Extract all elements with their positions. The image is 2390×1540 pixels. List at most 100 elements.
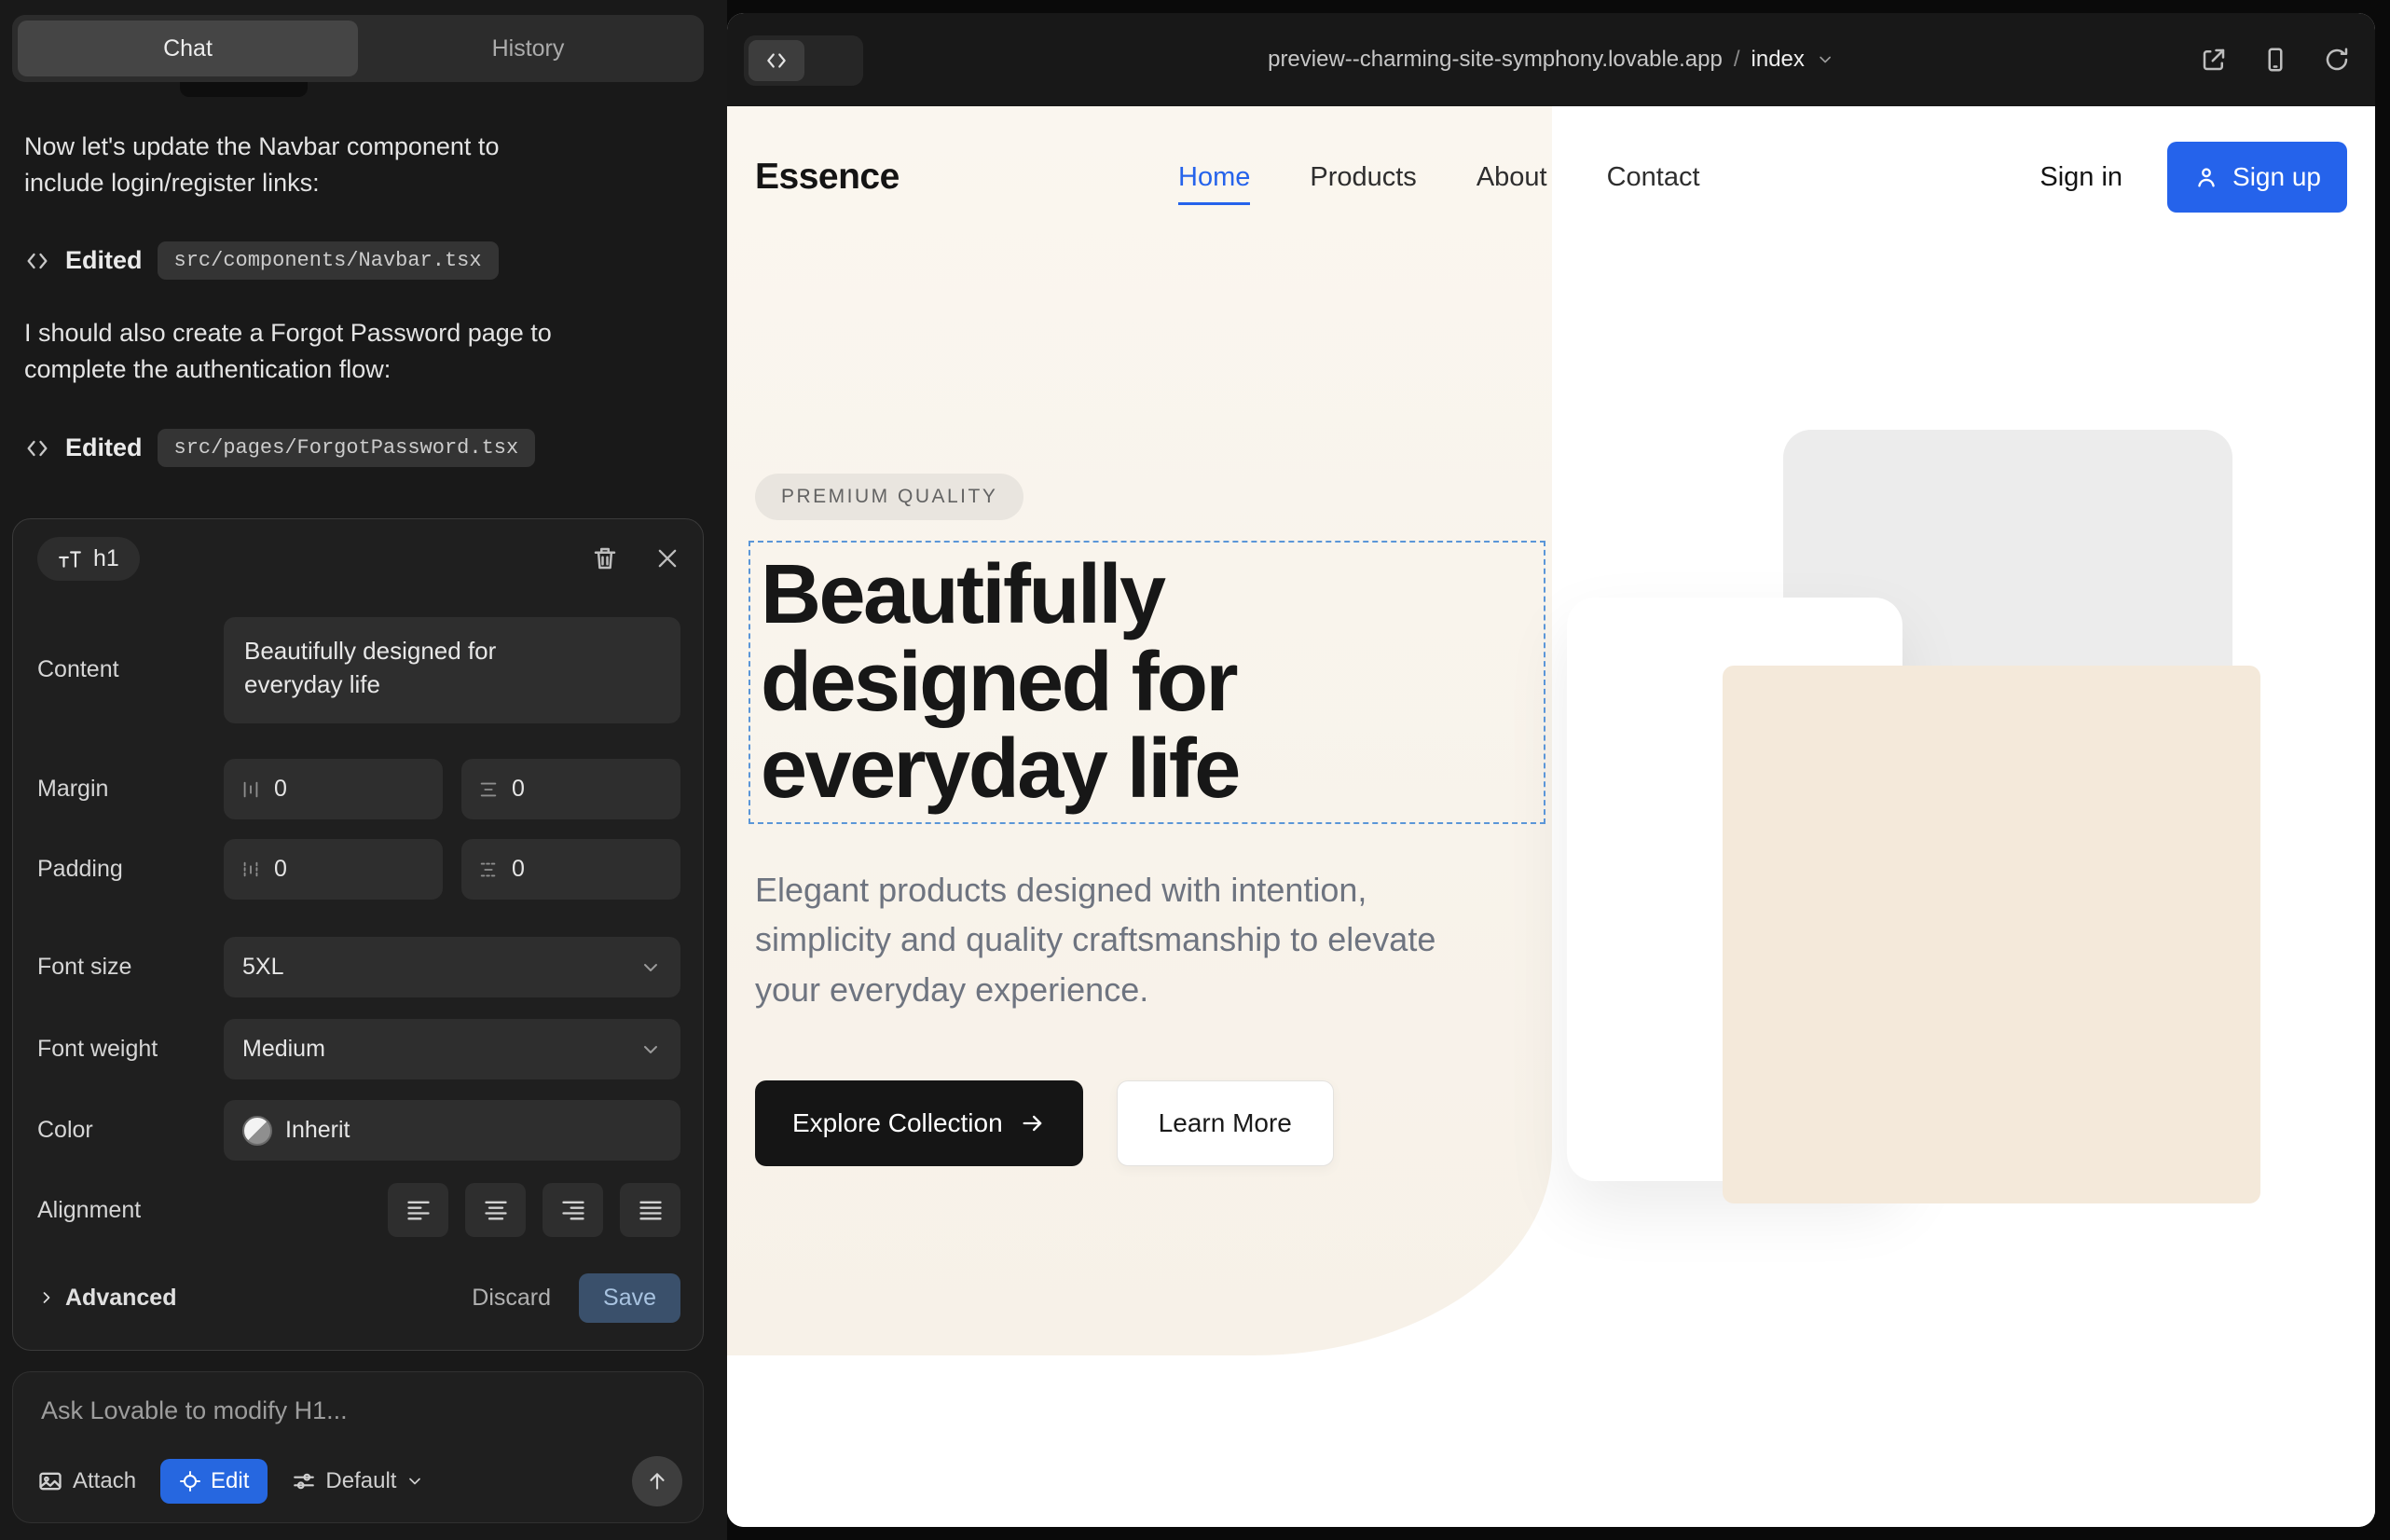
url-bar[interactable]: preview--charming-site-symphony.lovable.… xyxy=(1268,13,1834,106)
font-size-value: 5XL xyxy=(242,954,283,981)
explore-collection-button[interactable]: Explore Collection xyxy=(755,1080,1083,1166)
save-button[interactable]: Save xyxy=(579,1273,680,1323)
sign-in-link[interactable]: Sign in xyxy=(2040,162,2122,193)
url-separator: / xyxy=(1734,47,1740,73)
nav-link-products[interactable]: Products xyxy=(1310,162,1416,193)
hero-cta-group: Explore Collection Learn More xyxy=(755,1080,1334,1166)
chat-message: I should also create a Forgot Password p… xyxy=(24,315,584,388)
explore-collection-label: Explore Collection xyxy=(792,1108,1003,1138)
element-tag-chip: h1 xyxy=(37,537,140,581)
edited-file-badge[interactable]: src/pages/ForgotPassword.tsx xyxy=(158,429,536,467)
delete-element-button[interactable] xyxy=(591,544,619,572)
learn-more-button[interactable]: Learn More xyxy=(1117,1080,1334,1166)
editor-actions xyxy=(591,544,680,572)
nav-link-contact[interactable]: Contact xyxy=(1607,162,1700,193)
site-navbar: Essence Home Products About Contact Sign… xyxy=(727,106,2375,248)
field-label-margin: Margin xyxy=(37,776,224,803)
chevron-down-icon xyxy=(639,956,662,979)
target-icon xyxy=(179,1470,201,1492)
code-icon xyxy=(24,435,50,461)
discard-button[interactable]: Discard xyxy=(472,1285,551,1312)
align-left-button[interactable] xyxy=(388,1183,448,1237)
preview-topbar: preview--charming-site-symphony.lovable.… xyxy=(727,13,2375,106)
sidebar-tabs: Chat History xyxy=(12,15,704,82)
vertical-spacing-icon xyxy=(478,779,499,800)
color-select[interactable]: Inherit xyxy=(224,1100,680,1161)
decorative-card-cream xyxy=(1723,666,2260,1203)
close-editor-button[interactable] xyxy=(654,545,680,571)
tab-chat[interactable]: Chat xyxy=(18,21,358,76)
font-size-select[interactable]: 5XL xyxy=(224,937,680,997)
site-nav-links: Home Products About Contact xyxy=(1178,106,1700,248)
edited-label: Edited xyxy=(65,433,143,462)
font-weight-value: Medium xyxy=(242,1036,325,1063)
content-textarea[interactable]: Beautifully designed for everyday life xyxy=(224,617,680,723)
nav-link-about[interactable]: About xyxy=(1477,162,1547,193)
padding-y-input[interactable]: 0 xyxy=(461,839,680,900)
preview-window: preview--charming-site-symphony.lovable.… xyxy=(727,13,2375,1527)
margin-y-value: 0 xyxy=(512,776,525,803)
align-justify-button[interactable] xyxy=(620,1183,680,1237)
padding-x-input[interactable]: 0 xyxy=(224,839,443,900)
sliders-icon xyxy=(292,1469,316,1493)
editor-header: h1 xyxy=(37,534,680,583)
premium-quality-badge: PREMIUM QUALITY xyxy=(755,474,1023,520)
mobile-view-button[interactable] xyxy=(2261,46,2289,74)
refresh-button[interactable] xyxy=(2323,46,2351,74)
code-view-toggle[interactable] xyxy=(744,35,863,86)
hero-paragraph[interactable]: Elegant products designed with intention… xyxy=(755,865,1501,1014)
tab-history[interactable]: History xyxy=(358,21,698,76)
align-center-button[interactable] xyxy=(465,1183,526,1237)
chevron-down-icon xyxy=(405,1472,424,1491)
margin-x-value: 0 xyxy=(274,776,287,803)
field-label-font-size: Font size xyxy=(37,954,224,981)
arrow-right-icon xyxy=(1020,1110,1046,1136)
field-label-alignment: Alignment xyxy=(37,1197,224,1224)
model-selector[interactable]: Default xyxy=(292,1468,424,1494)
open-external-button[interactable] xyxy=(2200,46,2228,74)
preview-topbar-actions xyxy=(2200,13,2351,106)
image-icon xyxy=(37,1468,63,1494)
chevron-down-icon xyxy=(1816,50,1834,69)
attach-label: Attach xyxy=(73,1468,136,1494)
chat-composer: Ask Lovable to modify H1... Attach Edit xyxy=(12,1371,704,1523)
horizontal-padding-icon xyxy=(240,859,261,880)
color-swatch xyxy=(242,1116,272,1146)
vertical-padding-icon xyxy=(478,859,499,880)
alignment-group xyxy=(388,1183,680,1237)
composer-toolbar: Attach Edit Default xyxy=(37,1455,682,1507)
field-label-color: Color xyxy=(37,1117,224,1144)
element-editor-panel: h1 Content Beautifully designed for ever… xyxy=(12,518,704,1351)
sign-up-button[interactable]: Sign up xyxy=(2167,142,2347,213)
horizontal-spacing-icon xyxy=(240,779,261,800)
hero-heading[interactable]: Beautifully designed for everyday life xyxy=(761,552,1357,814)
site-logo[interactable]: Essence xyxy=(755,157,900,198)
attach-button[interactable]: Attach xyxy=(37,1468,136,1494)
margin-y-input[interactable]: 0 xyxy=(461,759,680,819)
site-preview: Essence Home Products About Contact Sign… xyxy=(727,106,2375,1527)
composer-input[interactable]: Ask Lovable to modify H1... xyxy=(41,1396,675,1425)
chat-sidebar: Chat History Now let's update the Navbar… xyxy=(0,0,727,1540)
edited-file-row: Edited src/pages/ForgotPassword.tsx xyxy=(24,429,535,467)
edit-mode-button[interactable]: Edit xyxy=(160,1459,268,1504)
app-root: Chat History Now let's update the Navbar… xyxy=(0,0,2390,1540)
send-button[interactable] xyxy=(632,1456,682,1506)
typography-icon xyxy=(58,546,82,571)
nav-link-home[interactable]: Home xyxy=(1178,162,1250,205)
field-label-font-weight: Font weight xyxy=(37,1036,224,1063)
content-value: Beautifully designed for everyday life xyxy=(244,634,570,702)
model-label: Default xyxy=(325,1468,396,1494)
font-weight-select[interactable]: Medium xyxy=(224,1019,680,1079)
align-right-button[interactable] xyxy=(543,1183,603,1237)
margin-x-input[interactable]: 0 xyxy=(224,759,443,819)
padding-y-value: 0 xyxy=(512,856,525,883)
code-icon xyxy=(749,40,804,81)
element-tag-label: h1 xyxy=(93,545,119,572)
advanced-toggle[interactable]: Advanced xyxy=(37,1285,176,1312)
sign-up-label: Sign up xyxy=(2232,162,2321,192)
edit-mode-label: Edit xyxy=(211,1468,249,1494)
field-label-padding: Padding xyxy=(37,856,224,883)
code-icon xyxy=(24,248,50,274)
edited-file-badge[interactable]: src/components/Navbar.tsx xyxy=(158,241,499,280)
field-label-content: Content xyxy=(37,656,224,683)
